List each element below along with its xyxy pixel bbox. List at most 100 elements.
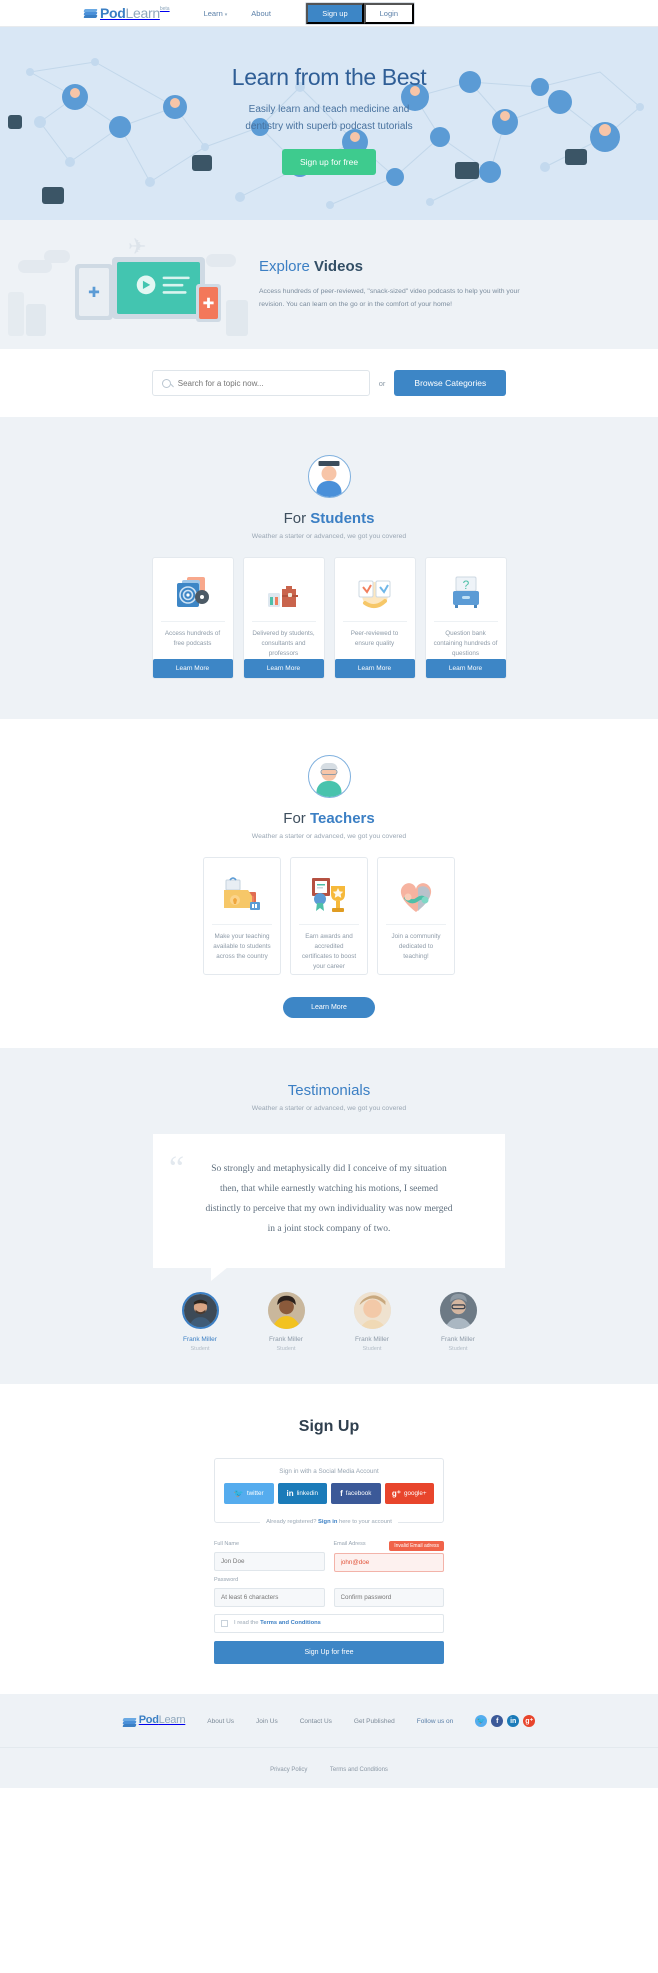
nav-links: Learn ▾ About — [204, 9, 271, 18]
person-role: Student — [448, 1345, 468, 1352]
for-students-section: For Students Weather a starter or advanc… — [0, 417, 658, 720]
students-subtitle: Weather a starter or advanced, we got yo… — [251, 533, 407, 540]
terms-link[interactable]: Terms and Conditions — [260, 1620, 321, 1626]
footer-terms-link[interactable]: Terms and Conditions — [330, 1767, 388, 1773]
email-input[interactable] — [333, 1552, 444, 1572]
fullname-input[interactable] — [214, 1551, 325, 1571]
email-label: Email Adress — [333, 1540, 366, 1547]
login-button[interactable]: Login — [363, 2, 414, 24]
person-name: Frank Miller — [355, 1335, 389, 1343]
signup-button[interactable]: Sign up — [306, 2, 364, 24]
footer-privacy-policy-link[interactable]: Privacy Policy — [270, 1767, 307, 1773]
award-trophy-icon — [307, 872, 351, 920]
testimonial-person[interactable]: Frank Miller Student — [259, 1291, 314, 1352]
testimonial-person[interactable]: Frank Miller Student — [345, 1291, 400, 1352]
search-container[interactable] — [151, 370, 370, 396]
person-name: Frank Miller — [441, 1335, 475, 1343]
twitter-signin-button[interactable]: 🐦 twitter — [224, 1482, 274, 1504]
googleplus-icon: g⁺ — [391, 1488, 401, 1498]
medical-cross-icon: ✚ — [88, 284, 100, 300]
student-card: Peer-reviewed to ensure quality Learn Mo… — [333, 557, 416, 680]
terms-text: I read the Terms and Conditions — [234, 1620, 321, 1627]
nav-item-learn[interactable]: Learn ▾ — [204, 9, 228, 18]
card-text: Earn awards and accredited certificates … — [301, 933, 357, 971]
avatar[interactable] — [353, 1291, 391, 1329]
student-card: Access hundreds of free podcasts Learn M… — [151, 557, 234, 680]
quote-line: then, that while earnestly watching his … — [220, 1184, 438, 1195]
auth-buttons: Sign up Login — [305, 1, 415, 25]
phone-device: ✚ — [196, 284, 221, 322]
facebook-icon-footer[interactable]: f — [491, 1715, 504, 1728]
terms-checkbox[interactable] — [221, 1619, 228, 1627]
footer-main-row: Pod Learn About Us Join Us Contact Us Ge… — [0, 1714, 658, 1729]
community-heart-icon — [394, 872, 438, 920]
signup-submit-button[interactable]: Sign Up for free — [214, 1640, 444, 1664]
card-text: Question bank containing hundreds of que… — [433, 630, 498, 658]
follow-us-label: Follow us on — [416, 1717, 454, 1725]
devices-illustration: ✈ ✚ ✚ — [0, 220, 255, 349]
medical-cross-icon-phone: ✚ — [202, 295, 215, 311]
teachers-cards: Make your teaching available to students… — [0, 857, 658, 976]
linkedin-icon-footer[interactable]: in — [507, 1715, 520, 1728]
googleplus-signin-button[interactable]: g⁺ google+ — [384, 1482, 434, 1504]
learn-more-button[interactable]: Learn More — [152, 659, 233, 678]
hero-signup-free-button[interactable]: Sign up for free — [281, 149, 377, 175]
footer-link-join-us[interactable]: Join Us — [256, 1718, 278, 1725]
brand-logo[interactable]: Pod Learn beta — [83, 5, 170, 21]
person-role: Student — [190, 1345, 210, 1352]
password-input[interactable] — [214, 1587, 325, 1607]
browse-categories-button[interactable]: Browse Categories — [394, 370, 507, 396]
avatar[interactable] — [267, 1291, 305, 1329]
twitter-icon-footer[interactable]: 🐦 — [475, 1715, 488, 1728]
footer-link-about-us[interactable]: About Us — [207, 1718, 234, 1725]
student-card: Delivered by students, consultants and p… — [242, 557, 325, 680]
googleplus-icon-footer[interactable]: g⁺ — [523, 1715, 536, 1728]
learn-more-button[interactable]: Learn More — [334, 659, 415, 678]
quote-line: in a joint stock company of two. — [267, 1224, 391, 1234]
nav-item-about[interactable]: About — [251, 9, 271, 18]
avatar[interactable] — [439, 1291, 477, 1329]
person-name: Frank Miller — [269, 1335, 303, 1343]
testimonial-person[interactable]: Frank Miller Student — [431, 1291, 486, 1352]
form-row-password: Password — [214, 1577, 444, 1607]
brand-learn-text: Learn — [125, 5, 161, 21]
teacher-card: Earn awards and accredited certificates … — [290, 857, 368, 976]
email-label-row: Email Adress Invalid Email adress — [333, 1540, 444, 1551]
quote-text: So strongly and metaphysically did I con… — [183, 1160, 475, 1240]
facebook-signin-button[interactable]: f facebook — [331, 1482, 381, 1504]
search-band: or Browse Categories — [0, 349, 658, 417]
or-separator: or — [378, 378, 386, 388]
footer-link-contact-us[interactable]: Contact Us — [300, 1718, 332, 1725]
explore-videos-section: ✈ ✚ ✚ Explore Videos Access hundreds of … — [0, 220, 658, 349]
fullname-group: Full Name — [214, 1541, 325, 1572]
footer: Pod Learn About Us Join Us Contact Us Ge… — [0, 1693, 658, 1788]
quote-line: So strongly and metaphysically did I con… — [211, 1164, 447, 1175]
footer-link-get-published[interactable]: Get Published — [354, 1718, 395, 1725]
question-bank-icon: ? — [446, 569, 486, 617]
confirm-password-input[interactable] — [333, 1587, 444, 1607]
footer-brand-logo[interactable]: Pod Learn — [122, 1713, 186, 1729]
signup-section: Sign Up Sign in with a Social Media Acco… — [0, 1383, 658, 1694]
graduate-student-avatar — [307, 455, 351, 498]
learn-more-button[interactable]: Learn More — [243, 659, 324, 679]
fullname-label: Full Name — [214, 1540, 240, 1547]
students-heading: For Students — [283, 510, 375, 527]
graduation-cap-icon — [318, 461, 340, 466]
brand-pod-text: Pod — [100, 5, 126, 21]
social-signin-box: Sign in with a Social Media Account 🐦 twi… — [214, 1457, 444, 1525]
students-cards: Access hundreds of free podcasts Learn M… — [0, 557, 658, 680]
signin-link[interactable]: Sign in — [318, 1519, 337, 1525]
linkedin-signin-button[interactable]: in linkedin — [277, 1482, 327, 1504]
testimonial-person[interactable]: Frank Miller Student — [173, 1291, 228, 1352]
form-row-name-email: Full Name Email Adress Invalid Email adr… — [214, 1540, 444, 1572]
search-input[interactable] — [177, 378, 360, 388]
confirm-spacer — [334, 1577, 445, 1583]
learn-more-button[interactable]: Learn More — [425, 659, 506, 679]
avatar[interactable] — [181, 1291, 219, 1329]
teachers-learn-more-button[interactable]: Learn More — [283, 997, 375, 1019]
terms-row[interactable]: I read the Terms and Conditions — [214, 1613, 444, 1633]
linkedin-icon: in — [286, 1488, 294, 1498]
footer-brand-learn: Learn — [158, 1713, 186, 1726]
hero-content: Learn from the Best Easily learn and tea… — [0, 27, 658, 175]
social-buttons-row: 🐦 twitter in linkedin f facebook g⁺ google+ — [224, 1482, 434, 1504]
